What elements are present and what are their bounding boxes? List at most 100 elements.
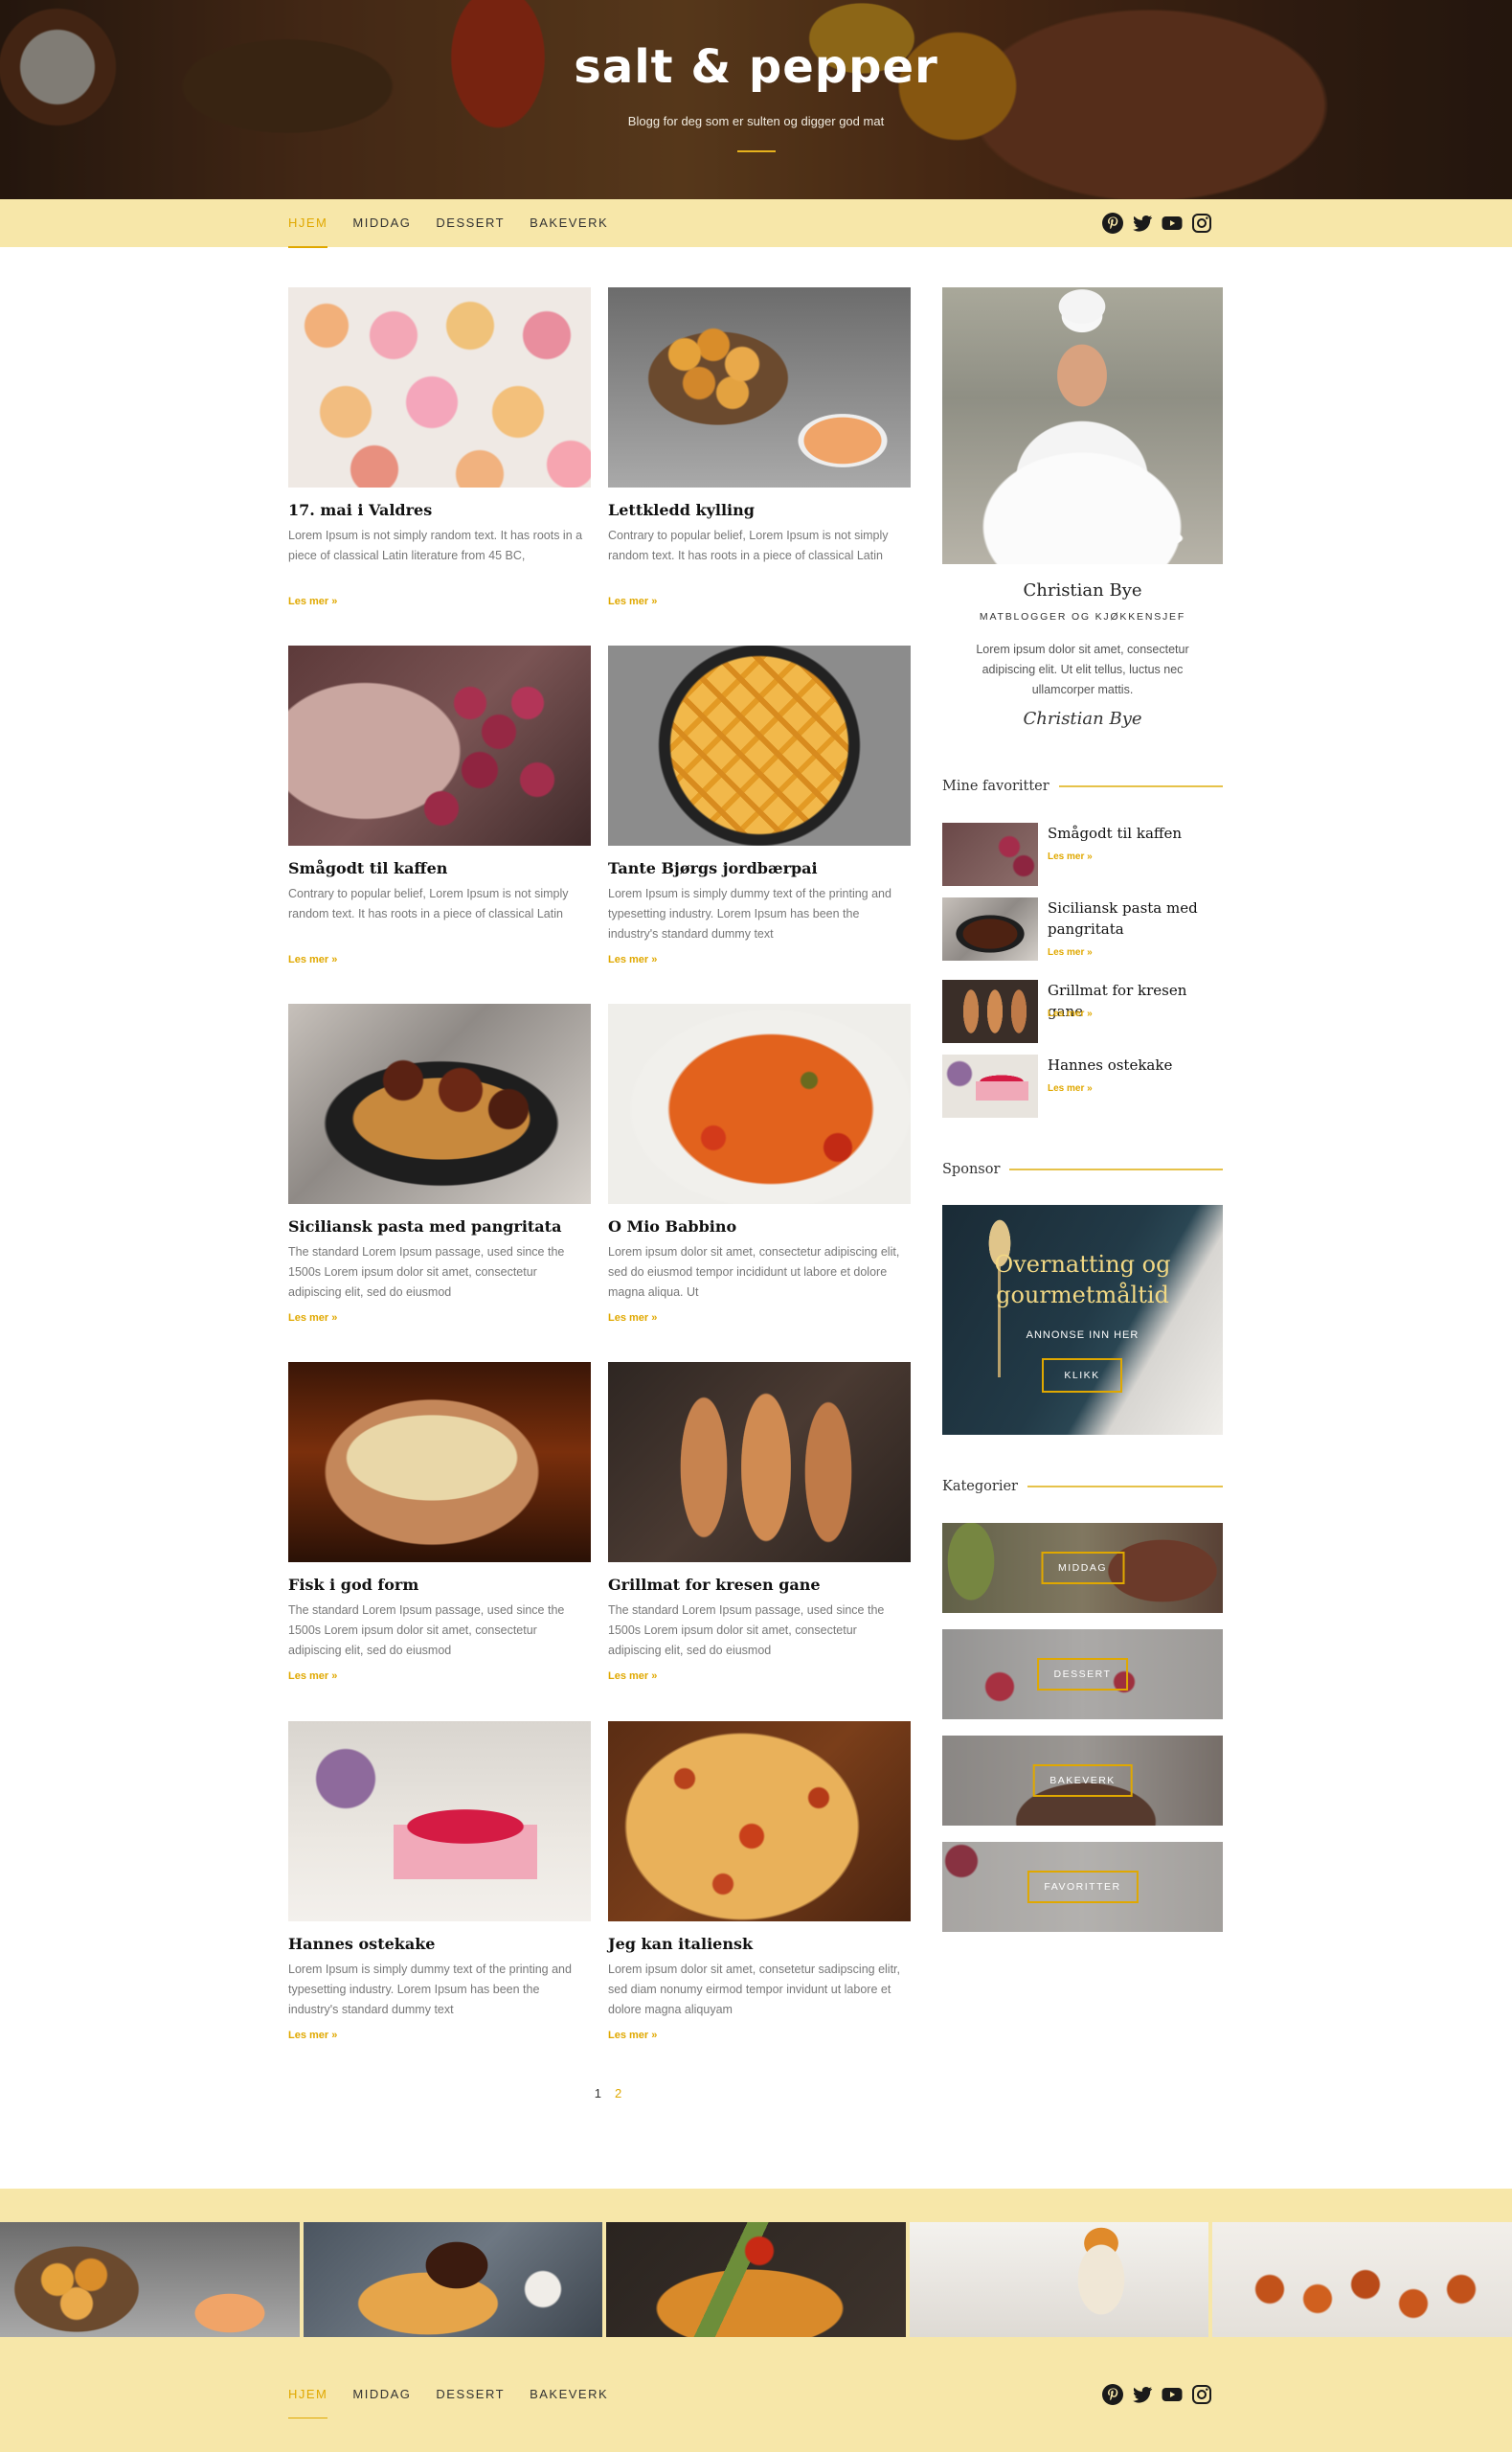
nav-item-dessert[interactable]: DESSERT [436,199,505,247]
post-card: Tante Bjørgs jordbærpai Lorem Ipsum is s… [608,646,911,967]
post-title[interactable]: Jeg kan italiensk [608,1935,911,1954]
post-image[interactable] [608,646,911,846]
post-title[interactable]: Fisk i god form [288,1576,591,1595]
post-excerpt: Lorem Ipsum is not simply random text. I… [288,529,583,562]
gallery-image[interactable] [1212,2222,1512,2337]
favorite-thumbnail[interactable] [942,897,1038,961]
favorite-read-more[interactable]: Les mer » [1048,1083,1093,1094]
twitter-icon[interactable] [1131,2383,1154,2406]
read-more-link[interactable]: Les mer » [608,1670,657,1682]
read-more-link[interactable]: Les mer » [608,1312,657,1324]
category-tile-bakeverk[interactable]: BAKEVERK [942,1736,1223,1826]
footer-nav-item-middag[interactable]: MIDDAG [352,2371,411,2418]
favorite-read-more[interactable]: Les mer » [1048,851,1093,862]
instagram-icon[interactable] [1190,212,1213,235]
post-card: Fisk i god form The standard Lorem Ipsum… [288,1362,591,1684]
favorite-item: Grillmat for kresen gane Les mer » [942,980,1223,1043]
post-excerpt: Lorem Ipsum is simply dummy text of the … [288,1963,572,2016]
gallery-image[interactable] [909,2222,1209,2337]
post-title[interactable]: Grillmat for kresen gane [608,1576,911,1595]
favorite-title[interactable]: Siciliansk pasta med pangritata [1048,897,1223,940]
author-bio: Lorem ipsum dolor sit amet, consectetur … [976,643,1189,696]
gallery-image[interactable] [606,2222,906,2337]
footer-nav-item-bakeverk[interactable]: BAKEVERK [530,2371,608,2418]
category-tile-dessert[interactable]: DESSERT [942,1629,1223,1719]
category-tile-middag[interactable]: MIDDAG [942,1523,1223,1613]
sponsor-button[interactable]: KLIKK [1042,1358,1122,1393]
read-more-link[interactable]: Les mer » [608,954,657,965]
twitter-icon[interactable] [1131,212,1154,235]
post-title[interactable]: O Mio Babbino [608,1217,911,1237]
category-button-dessert[interactable]: DESSERT [1036,1658,1129,1691]
pinterest-icon[interactable] [1101,2383,1124,2406]
post-title[interactable]: Siciliansk pasta med pangritata [288,1217,591,1237]
favorites-heading: Mine favoritter [942,775,1223,798]
author-role: MATBLOGGER OG KJØKKENSJEF [979,611,1186,623]
post-card: O Mio Babbino Lorem ipsum dolor sit amet… [608,1004,911,1326]
nav-item-middag[interactable]: MIDDAG [352,199,411,247]
author-photo [942,287,1223,564]
site-tagline: Blogg for deg som er sulten og digger go… [627,114,885,128]
post-card: 17. mai i Valdres Lorem Ipsum is not sim… [288,287,591,609]
post-title[interactable]: Lettkledd kylling [608,501,911,520]
category-button-bakeverk[interactable]: BAKEVERK [1032,1764,1133,1797]
post-card: Hannes ostekake Lorem Ipsum is simply du… [288,1721,591,2043]
favorite-read-more[interactable]: Les mer » [1048,947,1093,958]
youtube-icon[interactable] [1161,2383,1184,2406]
post-title[interactable]: Tante Bjørgs jordbærpai [608,859,911,878]
post-card: Smågodt til kaffen Contrary to popular b… [288,646,591,967]
category-button-middag[interactable]: MIDDAG [1041,1552,1124,1584]
read-more-link[interactable]: Les mer » [288,2030,337,2041]
read-more-link[interactable]: Les mer » [288,954,337,965]
read-more-link[interactable]: Les mer » [288,1312,337,1324]
pagination: 1 2 [575,2086,642,2100]
favorite-title[interactable]: Hannes ostekake [1048,1055,1223,1076]
post-title[interactable]: Hannes ostekake [288,1935,591,1954]
footer-nav: HJEM MIDDAG DESSERT BAKEVERK [0,2371,1512,2419]
sponsor-heading-text: Sponsor [942,1162,1001,1177]
footer-nav-item-hjem[interactable]: HJEM [288,2371,328,2419]
nav-item-bakeverk[interactable]: BAKEVERK [530,199,608,247]
post-card: Siciliansk pasta med pangritata The stan… [288,1004,591,1326]
gallery-image[interactable] [0,2222,300,2337]
post-excerpt: Contrary to popular belief, Lorem Ipsum … [288,887,569,920]
post-image[interactable] [288,646,591,846]
post-title[interactable]: Smågodt til kaffen [288,859,591,878]
footer-social-links [1101,2383,1213,2406]
sponsor-heading: Sponsor [942,1158,1223,1181]
post-image[interactable] [288,1004,591,1204]
category-button-favoritter[interactable]: FAVORITTER [1027,1871,1139,1903]
favorite-item: Smågodt til kaffen Les mer » [942,823,1223,886]
categories-heading-text: Kategorier [942,1479,1018,1494]
favorite-read-more[interactable]: Les mer » [1048,1009,1093,1019]
read-more-link[interactable]: Les mer » [288,596,337,607]
footer-nav-item-dessert[interactable]: DESSERT [436,2371,505,2418]
nav-item-hjem[interactable]: HJEM [288,199,328,248]
instagram-icon[interactable] [1190,2383,1213,2406]
read-more-link[interactable]: Les mer » [608,2030,657,2041]
gallery-image[interactable] [303,2222,603,2337]
page-current: 1 [594,2086,601,2100]
post-image[interactable] [288,1721,591,1921]
post-image[interactable] [608,1362,911,1562]
pinterest-icon[interactable] [1101,212,1124,235]
hero-banner: salt & pepper Blogg for deg som er sulte… [0,0,1512,199]
youtube-icon[interactable] [1161,212,1184,235]
favorite-title[interactable]: Smågodt til kaffen [1048,823,1223,844]
read-more-link[interactable]: Les mer » [288,1670,337,1682]
post-image[interactable] [608,1721,911,1921]
favorite-thumbnail[interactable] [942,980,1038,1043]
site-logo[interactable]: salt & pepper [0,40,1512,94]
category-tile-favoritter[interactable]: FAVORITTER [942,1842,1223,1932]
post-title[interactable]: 17. mai i Valdres [288,501,591,520]
sponsor-banner[interactable]: Overnatting og gourmetmåltid ANNONSE INN… [942,1205,1223,1435]
read-more-link[interactable]: Les mer » [608,596,657,607]
post-image[interactable] [608,1004,911,1204]
page-link[interactable]: 2 [615,2086,621,2100]
post-image[interactable] [608,287,911,488]
favorite-thumbnail[interactable] [942,823,1038,886]
post-image[interactable] [288,1362,591,1562]
sponsor-subtitle: ANNONSE INN HER [1026,1329,1140,1341]
post-image[interactable] [288,287,591,488]
favorite-thumbnail[interactable] [942,1055,1038,1118]
